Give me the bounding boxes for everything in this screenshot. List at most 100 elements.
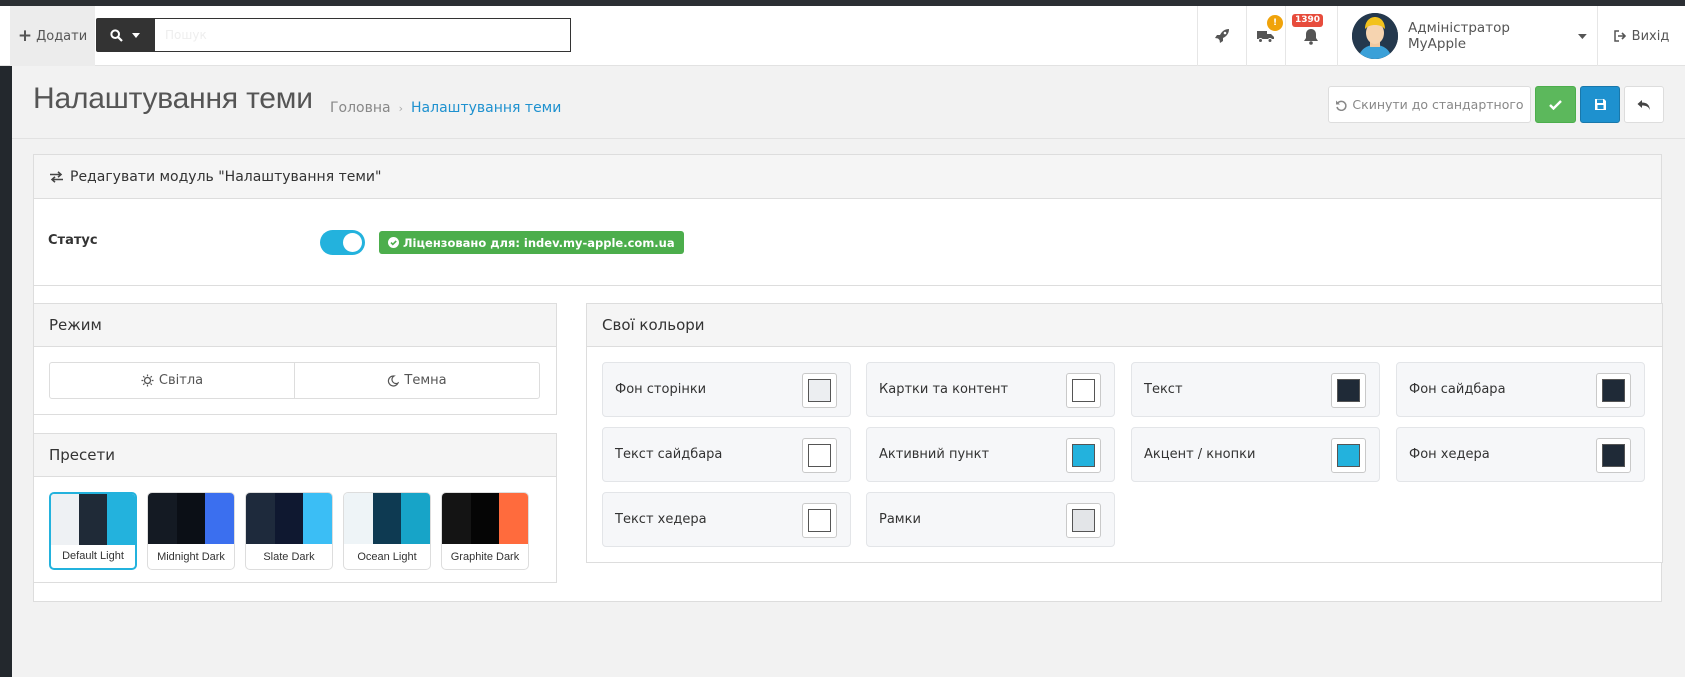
logout-label: Вихід — [1631, 28, 1670, 44]
preset-card-graphite-dark[interactable]: Graphite Dark — [441, 492, 529, 570]
color-fill — [1072, 444, 1095, 467]
toggle-knob — [343, 233, 362, 252]
color-setting-label: Рамки — [879, 512, 921, 527]
check-circle-icon — [388, 237, 399, 248]
color-setting-label: Текст — [1144, 382, 1183, 397]
color-picker-swatch[interactable] — [1066, 503, 1101, 538]
search-type-dropdown[interactable] — [96, 18, 154, 52]
preset-swatch — [401, 493, 430, 544]
color-setting-label: Акцент / кнопки — [1144, 447, 1256, 462]
user-menu[interactable]: Адміністратор MyApple — [1337, 6, 1587, 66]
preset-swatch — [79, 494, 107, 545]
status-label: Статус — [48, 233, 98, 248]
sidebar-edge — [0, 66, 12, 677]
check-icon — [1549, 99, 1562, 110]
color-fill — [808, 509, 831, 532]
undo-icon — [1336, 100, 1347, 111]
preset-swatch — [148, 493, 177, 544]
presets-panel-title: Пресети — [49, 446, 115, 464]
color-fill — [1602, 379, 1625, 402]
bell-icon — [1304, 28, 1318, 45]
color-setting-card: Акцент / кнопки — [1131, 427, 1380, 482]
shipping-link[interactable]: ! — [1246, 6, 1284, 66]
color-fill — [1337, 444, 1360, 467]
color-setting-card: Текст хедера — [602, 492, 851, 547]
color-picker-swatch[interactable] — [1596, 373, 1631, 408]
custom-colors-title: Свої кольори — [602, 316, 705, 334]
preset-swatch — [303, 493, 332, 544]
mode-light-button[interactable]: Світла — [49, 362, 295, 399]
sign-out-icon — [1613, 30, 1626, 42]
preset-swatch — [177, 493, 206, 544]
mode-dark-button[interactable]: Темна — [294, 362, 540, 399]
status-toggle[interactable] — [320, 230, 365, 255]
mode-dark-label: Темна — [404, 373, 447, 388]
add-button[interactable]: + Додати — [10, 6, 95, 66]
color-picker-swatch[interactable] — [1331, 373, 1366, 408]
license-badge: Ліцензовано для: indev.my-apple.com.ua — [379, 231, 684, 254]
truck-icon — [1257, 31, 1274, 43]
top-header: + Додати ! 1390 Адміністратор MyApple Ви… — [0, 6, 1685, 66]
back-button[interactable] — [1624, 86, 1664, 123]
color-setting-label: Текст сайдбара — [615, 447, 723, 462]
user-name: Адміністратор MyApple — [1408, 20, 1510, 52]
color-setting-label: Фон сайдбара — [1409, 382, 1506, 397]
color-setting-label: Активний пункт — [879, 447, 990, 462]
page-title: Налаштування теми — [33, 82, 313, 115]
mode-light-label: Світла — [158, 373, 204, 388]
reset-button-label: Скинути до стандартного — [1352, 97, 1524, 112]
save-and-stay-button[interactable] — [1535, 86, 1576, 123]
color-setting-card: Фон хедера — [1396, 427, 1645, 482]
color-picker-swatch[interactable] — [802, 438, 837, 473]
color-fill — [1602, 444, 1625, 467]
color-setting-card: Текст — [1131, 362, 1380, 417]
preset-swatch — [471, 493, 500, 544]
preset-name: Graphite Dark — [450, 550, 520, 563]
license-text: Ліцензовано для: indev.my-apple.com.ua — [403, 235, 675, 250]
shipping-badge: ! — [1267, 15, 1283, 31]
search-icon — [110, 28, 123, 42]
color-picker-swatch[interactable] — [1066, 438, 1101, 473]
breadcrumb-current[interactable]: Налаштування теми — [411, 100, 561, 116]
caret-down-icon — [132, 32, 140, 38]
color-setting-label: Фон сторінки — [615, 382, 707, 397]
color-picker-swatch[interactable] — [802, 503, 837, 538]
color-setting-card: Рамки — [866, 492, 1115, 547]
color-setting-label: Фон хедера — [1409, 447, 1490, 462]
color-picker-swatch[interactable] — [1066, 373, 1101, 408]
color-picker-swatch[interactable] — [1596, 438, 1631, 473]
preset-card-ocean-light[interactable]: Ocean Light — [343, 492, 431, 570]
color-picker-swatch[interactable] — [1331, 438, 1366, 473]
custom-colors-heading: Свої кольори — [587, 304, 1662, 347]
preset-name: Ocean Light — [357, 550, 417, 563]
preset-swatch — [373, 493, 402, 544]
preset-name: Slate Dark — [263, 550, 315, 563]
color-setting-card: Активний пункт — [866, 427, 1115, 482]
preset-card-default-light[interactable]: Default Light — [49, 492, 137, 570]
floppy-disk-icon — [1594, 99, 1606, 110]
preset-swatch — [442, 493, 471, 544]
save-button[interactable] — [1580, 86, 1620, 123]
rocket-link[interactable] — [1197, 6, 1245, 66]
notifications-link[interactable]: 1390 — [1285, 6, 1336, 66]
reply-icon — [1637, 99, 1650, 110]
avatar — [1352, 13, 1398, 59]
breadcrumb: Головна › Налаштування теми — [330, 100, 561, 116]
logout-link[interactable]: Вихід — [1597, 6, 1685, 66]
reset-button[interactable]: Скинути до стандартного — [1328, 86, 1531, 123]
color-picker-swatch[interactable] — [802, 373, 837, 408]
preset-card-midnight-dark[interactable]: Midnight Dark — [147, 492, 235, 570]
breadcrumb-separator: › — [398, 101, 404, 115]
color-fill — [1072, 379, 1095, 402]
exchange-icon — [50, 170, 63, 183]
color-setting-card: Фон сайдбара — [1396, 362, 1645, 417]
color-setting-label: Картки та контент — [879, 382, 1009, 397]
add-button-label: Додати — [36, 28, 88, 44]
preset-swatch — [246, 493, 275, 544]
title-divider — [12, 138, 1685, 139]
preset-card-slate-dark[interactable]: Slate Dark — [245, 492, 333, 570]
mode-panel-title: Режим — [49, 316, 102, 334]
rocket-icon — [1214, 29, 1229, 43]
breadcrumb-home[interactable]: Головна — [330, 100, 391, 116]
search-input[interactable] — [154, 18, 571, 52]
